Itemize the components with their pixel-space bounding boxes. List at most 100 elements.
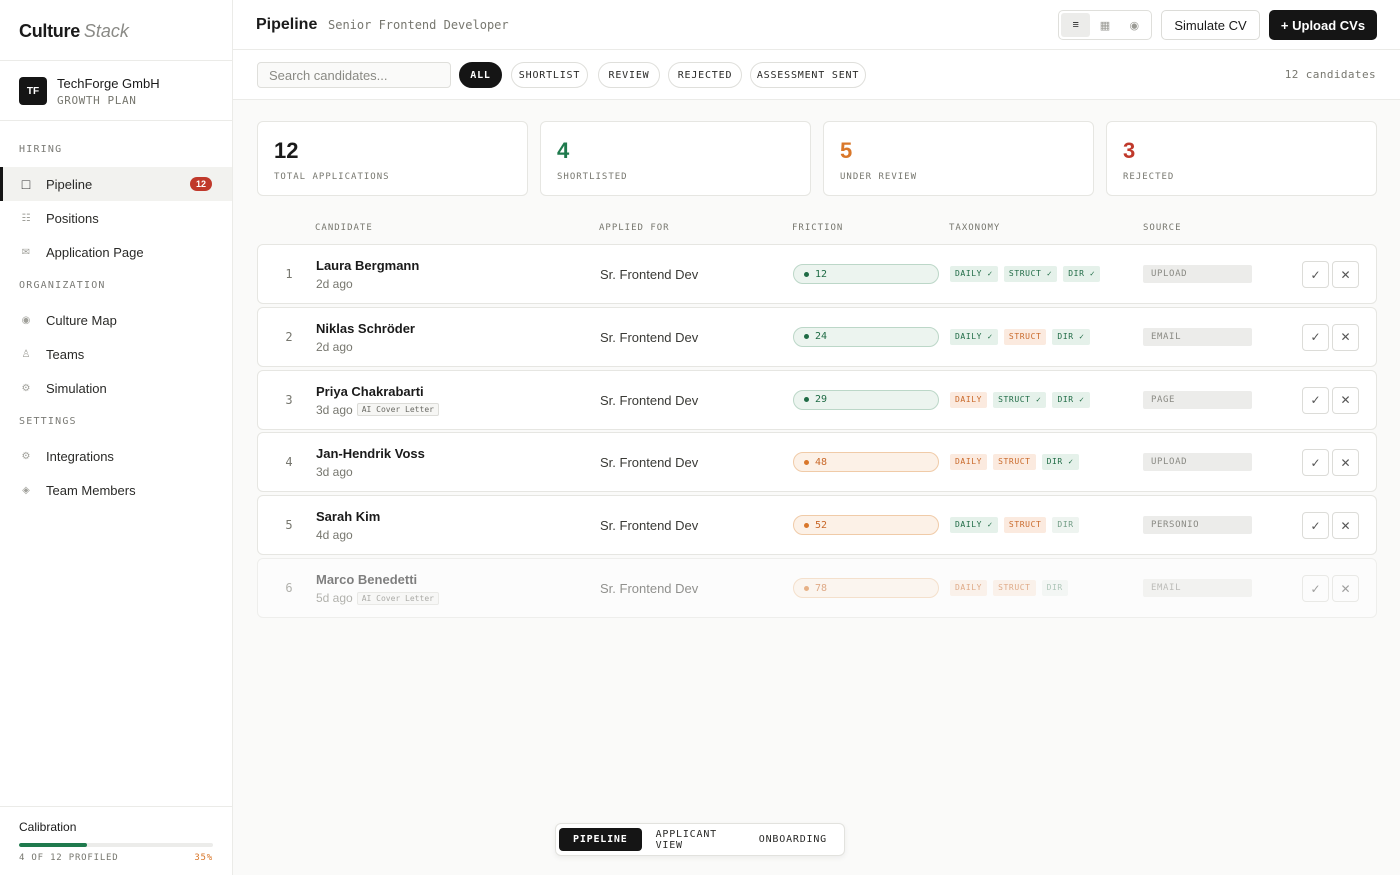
table-row[interactable]: 6 Marco Benedetti 5d ago AI Cover Letter Sr.…: [257, 558, 1377, 618]
candidate-applied-time: 5d ago AI Cover Letter: [316, 591, 439, 605]
tab-applicant-view[interactable]: APPLICANT VIEW: [642, 828, 745, 851]
candidate-name[interactable]: Jan-Hendrik Voss: [316, 446, 425, 461]
taxonomy-tag: DAILY: [950, 580, 988, 596]
applied-position: Sr. Frontend Dev: [600, 581, 699, 596]
taxonomy-tag: STRUCT ✓: [1003, 266, 1058, 282]
reject-button[interactable]: ✕: [1332, 386, 1359, 414]
sidebar-item-integrations[interactable]: ⚙ Integrations: [0, 439, 232, 473]
applied-position: Sr. Frontend Dev: [600, 392, 699, 408]
stat-card-rejected: 3 REJECTED: [1106, 121, 1377, 196]
taxonomy-tag: STRUCT: [993, 454, 1036, 471]
table-row[interactable]: 3 Priya Chakrabarti 3d ago AI Cover Letter S…: [257, 369, 1377, 430]
org-switcher[interactable]: TF TechForge GmbH GROWTH PLAN: [0, 61, 232, 121]
sidebar-item-team-members[interactable]: ◈ Team Members: [0, 473, 232, 507]
stat-label: TOTAL APPLICATIONS: [274, 172, 390, 182]
search-input[interactable]: [257, 62, 451, 88]
approve-button[interactable]: ✓: [1302, 323, 1329, 351]
approve-button[interactable]: ✓: [1302, 386, 1329, 414]
taxonomy-tags: DAILY ✓ STRUCT DIR ✓: [950, 328, 1090, 345]
friction-dot-icon: [804, 334, 809, 340]
page-subtitle: Senior Frontend Developer: [328, 18, 509, 32]
tab-pipeline[interactable]: PIPELINE: [559, 828, 642, 851]
column-header-taxonomy: TAXONOMY: [949, 223, 1001, 233]
reject-button[interactable]: ✕: [1332, 575, 1359, 602]
applied-position: Sr. Frontend Dev: [600, 329, 699, 345]
sidebar-item-pipeline[interactable]: □ Pipeline 12: [0, 167, 232, 201]
table-row[interactable]: 1 Laura Bergmann 2d ago Sr. Frontend Dev 12 D…: [257, 244, 1377, 304]
taxonomy-tag: STRUCT: [1003, 328, 1047, 345]
source-badge: PERSONIO: [1143, 516, 1252, 535]
filter-chip-shortlist[interactable]: SHORTLIST: [511, 62, 588, 88]
taxonomy-tag: DIR ✓: [1063, 266, 1101, 282]
friction-value: 29: [815, 394, 828, 406]
approve-button[interactable]: ✓: [1302, 261, 1329, 288]
candidate-name[interactable]: Priya Chakrabarti: [316, 384, 424, 399]
taxonomy-tags: DAILY STRUCT DIR: [950, 580, 1068, 596]
applied-ago: 2d ago: [316, 277, 353, 291]
friction-score: 12: [793, 264, 939, 284]
applied-ago: 3d ago: [316, 465, 353, 480]
brand-logo[interactable]: Culture Stack: [0, 0, 232, 61]
sidebar-item-culture-map[interactable]: ◉ Culture Map: [0, 303, 232, 337]
sidebar-item-teams[interactable]: ♙ Teams: [0, 337, 232, 371]
simulate-cv-button[interactable]: Simulate CV: [1161, 10, 1260, 40]
candidate-name[interactable]: Marco Benedetti: [316, 572, 417, 587]
sidebar-item-simulation[interactable]: ⚙ Simulation: [0, 371, 232, 405]
taxonomy-tag: DAILY ✓: [950, 328, 998, 345]
ai-cover-letter-badge: AI Cover Letter: [356, 591, 439, 605]
calibration-progress-fill: [19, 843, 87, 847]
source-badge: PAGE: [1143, 390, 1252, 409]
table-row[interactable]: 4 Jan-Hendrik Voss 3d ago Sr. Frontend Dev 4…: [257, 432, 1377, 493]
upload-cvs-button[interactable]: + Upload CVs: [1269, 10, 1377, 40]
org-name: TechForge GmbH: [57, 76, 160, 91]
table-row[interactable]: 2 Niklas Schröder 2d ago Sr. Frontend Dev 24…: [257, 306, 1377, 367]
list-view-icon[interactable]: ≡: [1061, 13, 1091, 37]
reject-button[interactable]: ✕: [1332, 449, 1359, 477]
taxonomy-tag: DIR ✓: [1052, 328, 1090, 345]
tab-onboarding[interactable]: ONBOARDING: [745, 828, 841, 851]
candidate-applied-time: 4d ago: [316, 528, 353, 542]
friction-dot-icon: [804, 585, 809, 591]
radar-view-icon[interactable]: ◉: [1120, 13, 1149, 37]
calibration-title: Calibration: [19, 820, 77, 834]
friction-score: 52: [793, 515, 939, 536]
friction-value: 48: [815, 456, 828, 468]
reject-button[interactable]: ✕: [1332, 512, 1359, 540]
stat-card-under-review: 5 UNDER REVIEW: [823, 121, 1094, 196]
candidate-name[interactable]: Laura Bergmann: [316, 258, 419, 273]
reject-button[interactable]: ✕: [1332, 323, 1359, 351]
sidebar-item-label: Simulation: [46, 380, 107, 396]
approve-button[interactable]: ✓: [1302, 449, 1329, 477]
taxonomy-tag: STRUCT: [1003, 517, 1047, 534]
friction-score: 29: [793, 389, 939, 410]
taxonomy-tag: DAILY ✓: [950, 517, 998, 534]
filter-chip-assessment-sent[interactable]: ASSESSMENT SENT: [750, 62, 866, 88]
stat-label: UNDER REVIEW: [840, 172, 918, 182]
sidebar-item-label: Pipeline: [46, 176, 93, 192]
brand-word-1: Culture: [19, 21, 80, 41]
approve-button[interactable]: ✓: [1302, 512, 1329, 540]
friction-dot-icon: [804, 271, 809, 277]
row-index: 3: [285, 392, 293, 407]
filter-chip-all[interactable]: ALL: [459, 62, 502, 88]
calibration-panel: Calibration 4 OF 12 PROFILED 35%: [0, 806, 232, 875]
filter-chip-review[interactable]: REVIEW: [598, 62, 660, 88]
candidate-applied-time: 2d ago: [316, 340, 353, 354]
candidate-name[interactable]: Niklas Schröder: [316, 321, 415, 336]
sidebar-nav: HIRING □ Pipeline 12 ☷ Positions ✉ Application …: [0, 121, 232, 507]
candidate-name[interactable]: Sarah Kim: [316, 509, 380, 524]
table-row[interactable]: 5 Sarah Kim 4d ago Sr. Frontend Dev 52 DAILY …: [257, 495, 1377, 556]
friction-value: 24: [815, 331, 828, 343]
friction-value: 78: [815, 582, 828, 594]
filter-chip-rejected[interactable]: REJECTED: [668, 62, 742, 88]
grid-view-icon[interactable]: ▦: [1090, 13, 1119, 37]
reject-button[interactable]: ✕: [1332, 261, 1359, 288]
stat-card-total-applications: 12 TOTAL APPLICATIONS: [257, 121, 528, 196]
sidebar-item-application-page[interactable]: ✉ Application Page: [0, 235, 232, 269]
stat-card-shortlisted: 4 SHORTLISTED: [540, 121, 811, 196]
row-index: 1: [285, 267, 293, 281]
sidebar-item-positions[interactable]: ☷ Positions: [0, 201, 232, 235]
gear-icon: ⚙: [21, 450, 31, 462]
applied-position: Sr. Frontend Dev: [600, 267, 699, 282]
approve-button[interactable]: ✓: [1302, 575, 1329, 602]
